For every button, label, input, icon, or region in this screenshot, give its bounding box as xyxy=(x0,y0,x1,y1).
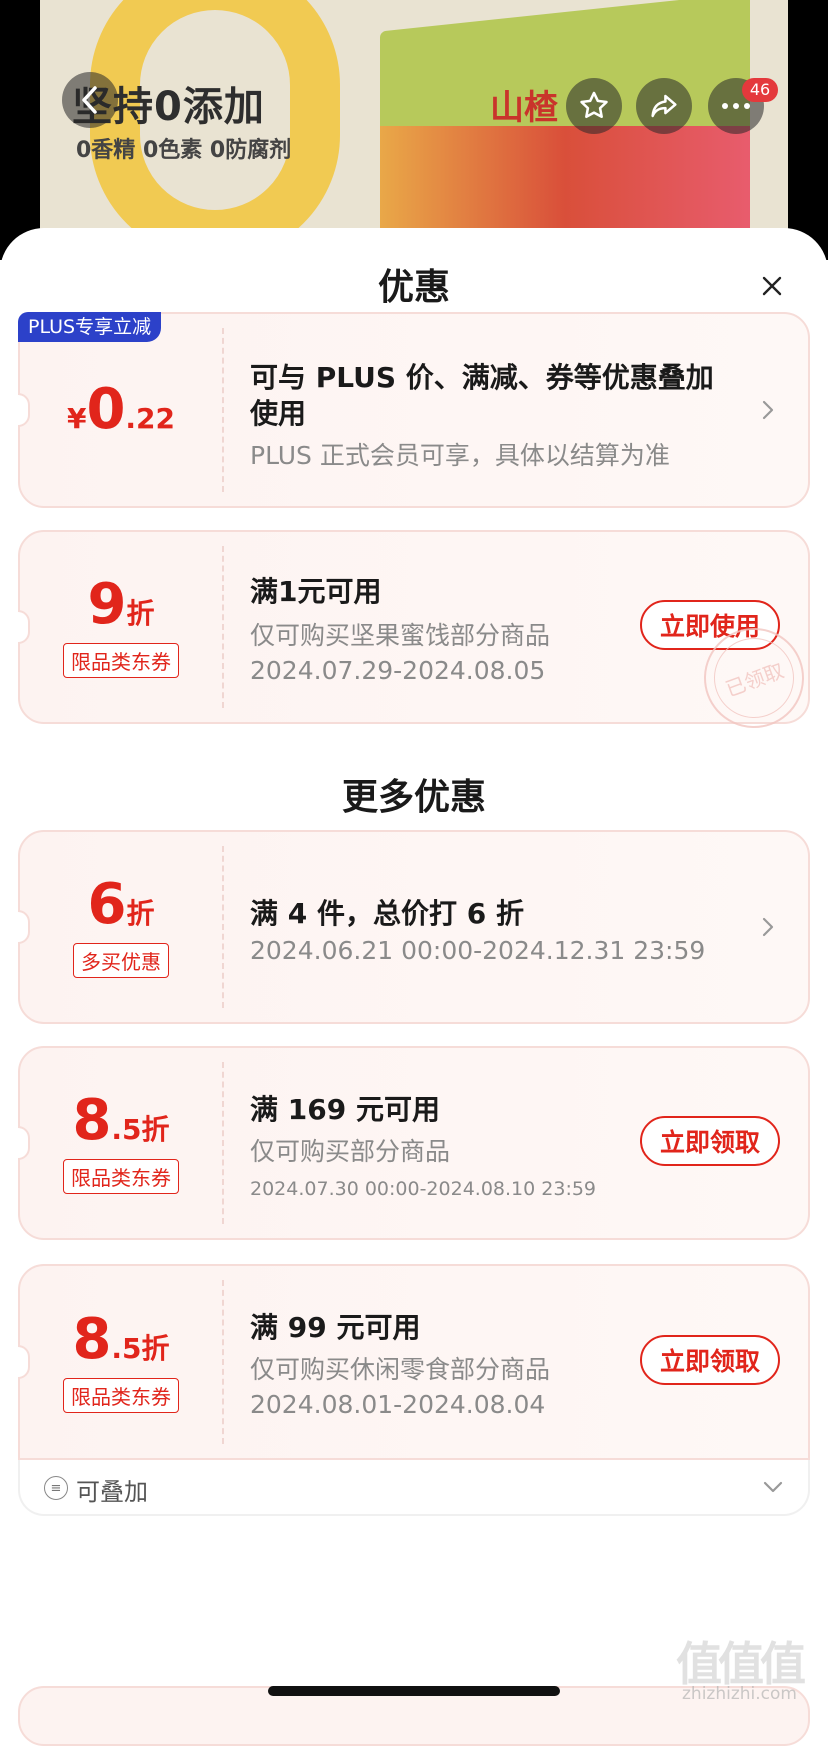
currency-symbol: ¥ xyxy=(66,402,87,435)
stackable-label: 可叠加 xyxy=(76,1478,148,1506)
stackable-bar[interactable]: ≡ 可叠加 xyxy=(18,1460,810,1516)
product-box-title: 山楂 xyxy=(490,88,558,128)
more-dots-icon xyxy=(722,103,750,109)
coupon-note: PLUS 正式会员可享，具体以结算为准 xyxy=(250,441,670,470)
chevron-right-icon xyxy=(762,400,774,420)
coupon-description: 可与 PLUS 价、满减、券等优惠叠加 xyxy=(250,361,714,394)
value-unit: 折 xyxy=(126,896,155,930)
message-count-badge: 46 xyxy=(742,78,778,102)
close-icon[interactable] xyxy=(758,272,786,300)
coupon-type-tag: 限品类东券 xyxy=(63,1377,179,1413)
card-divider xyxy=(222,1062,224,1224)
value-main: 6 xyxy=(87,871,127,937)
coupon-value: 8.5折 限品类东券 xyxy=(20,1266,222,1458)
coupon-condition: 满1元可用 xyxy=(250,575,382,608)
coupon-card: 9折 限品类东券 满1元可用 仅可购买坚果蜜饯部分商品 2024.07.29-2… xyxy=(18,530,819,743)
coupon-card-multibuy[interactable]: 6折 多买优惠 满 4 件，总价打 6 折 2024.06.21 00:00-2… xyxy=(18,830,810,1024)
value-main: 8 xyxy=(72,1306,112,1372)
coupon-condition: 满 99 元可用 xyxy=(250,1311,421,1344)
coupon-description-cont: 使用 xyxy=(250,397,307,430)
card-divider xyxy=(222,846,224,1008)
watermark-url: zhizhizhi.com xyxy=(682,1684,797,1704)
coupon-value: 9折 限品类东券 xyxy=(20,532,222,722)
banner-subslogan: 0香精 0色素 0防腐剂 xyxy=(76,138,292,163)
coupon-scope: 仅可购买坚果蜜饯部分商品 xyxy=(250,621,551,650)
coupon-scope: 仅可购买休闲零食部分商品 xyxy=(250,1355,551,1384)
coupon-card: 8.5折 限品类东券 满 169 元可用 仅可购买部分商品 2024.07.30… xyxy=(18,1046,810,1240)
coupon-validity: 2024.07.29-2024.08.05 xyxy=(250,656,546,685)
favorite-button[interactable] xyxy=(566,78,622,134)
share-icon xyxy=(651,94,677,118)
coupon-card: 8.5折 限品类东券 满 99 元可用 仅可购买休闲零食部分商品 2024.08… xyxy=(18,1264,810,1460)
product-box-art xyxy=(380,126,750,236)
card-divider xyxy=(222,1280,224,1444)
chevron-left-icon xyxy=(82,86,97,114)
coupon-value: ¥0.22 xyxy=(20,314,222,506)
coupon-condition: 满 4 件，总价打 6 折 xyxy=(250,897,524,930)
value-unit: .5折 xyxy=(111,1331,170,1365)
coupon-value: 8.5折 限品类东券 xyxy=(20,1048,222,1238)
coupon-type-tag: 限品类东券 xyxy=(63,1158,179,1194)
back-button[interactable] xyxy=(62,72,118,128)
claim-now-button[interactable]: 立即领取 xyxy=(640,1116,780,1166)
coupon-value: 6折 多买优惠 xyxy=(20,832,222,1022)
coupon-scope: 仅可购买部分商品 xyxy=(250,1137,451,1166)
value-unit: .5折 xyxy=(111,1112,170,1146)
card-divider xyxy=(222,546,224,708)
coupon-type-tag: 限品类东券 xyxy=(63,642,179,678)
coupon-card-plus[interactable]: PLUS专享立减 ¥0.22 可与 PLUS 价、满减、券等优惠叠加 使用 PL… xyxy=(18,312,810,508)
sheet-title: 优惠 xyxy=(377,267,450,308)
chevron-right-icon xyxy=(762,917,774,937)
claim-now-button[interactable]: 立即领取 xyxy=(640,1335,780,1385)
value-main: 8 xyxy=(72,1087,112,1153)
value-main: 9 xyxy=(87,571,127,637)
star-icon xyxy=(580,91,608,119)
stack-icon: ≡ xyxy=(44,1476,68,1500)
more-discounts-title: 更多优惠 xyxy=(341,777,486,818)
home-indicator[interactable] xyxy=(268,1686,560,1696)
chevron-down-icon xyxy=(763,1481,783,1493)
product-image-area: 坚持0添加 0香精 0色素 0防腐剂 山楂 46 xyxy=(0,0,828,260)
discount-sheet: 优惠 PLUS专享立减 ¥0.22 可与 PLUS 价、满减、券等优惠叠加 使用… xyxy=(0,228,828,1716)
share-button[interactable] xyxy=(636,78,692,134)
card-divider xyxy=(222,328,224,492)
coupon-validity: 2024.07.30 00:00-2024.08.10 23:59 xyxy=(250,1178,597,1200)
value-unit: 折 xyxy=(126,596,155,630)
coupon-condition: 满 169 元可用 xyxy=(250,1093,440,1126)
coupon-type-tag: 多买优惠 xyxy=(73,942,169,978)
coupon-validity: 2024.08.01-2024.08.04 xyxy=(250,1390,546,1419)
value-main: 0 xyxy=(86,377,126,442)
coupon-validity: 2024.06.21 00:00-2024.12.31 23:59 xyxy=(250,936,706,965)
value-decimal: .22 xyxy=(125,402,176,435)
